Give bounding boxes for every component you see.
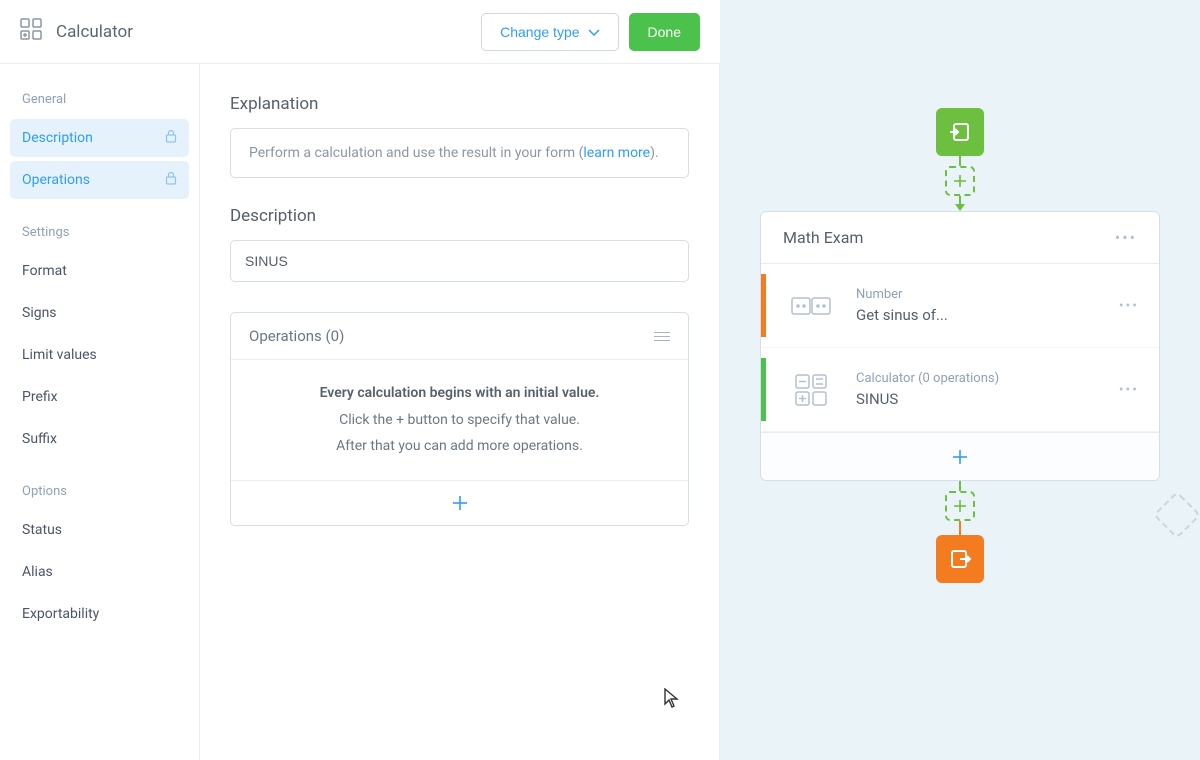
row-menu-icon[interactable]: ••• bbox=[1119, 298, 1159, 314]
sidebar-item-suffix[interactable]: Suffix bbox=[10, 420, 189, 458]
card-add-button[interactable] bbox=[761, 432, 1159, 480]
sidebar-item-operations[interactable]: Operations bbox=[10, 161, 189, 199]
flow-add-top[interactable] bbox=[945, 166, 975, 196]
row-title: Get sinus of... bbox=[856, 306, 1109, 324]
sidebar: General Description Operations Settings … bbox=[0, 64, 200, 760]
sidebar-group-options: Options bbox=[10, 480, 189, 511]
sidebar-item-exportability[interactable]: Exportability bbox=[10, 595, 189, 633]
sidebar-item-status[interactable]: Status bbox=[10, 511, 189, 549]
done-label: Done bbox=[648, 24, 681, 40]
sidebar-item-alias[interactable]: Alias bbox=[10, 553, 189, 591]
learn-more-link[interactable]: learn more bbox=[583, 145, 650, 161]
flow-card[interactable]: Math Exam ••• Number Get sinus of bbox=[760, 211, 1160, 481]
operations-empty-state: Every calculation begins with an initial… bbox=[231, 360, 688, 481]
row-subtitle: Number bbox=[856, 287, 1109, 302]
sidebar-item-label: Format bbox=[22, 263, 67, 279]
sidebar-item-signs[interactable]: Signs bbox=[10, 294, 189, 332]
explanation-box: Perform a calculation and use the result… bbox=[230, 128, 689, 178]
explanation-text-post: ). bbox=[650, 145, 659, 161]
ops-empty-line3: After that you can add more operations. bbox=[249, 433, 670, 460]
flow-connector bbox=[959, 196, 961, 204]
header: Calculator Change type Done bbox=[0, 0, 720, 64]
sidebar-item-label: Prefix bbox=[22, 389, 58, 405]
explanation-title: Explanation bbox=[230, 94, 689, 114]
operations-title: Operations (0) bbox=[249, 327, 344, 345]
flow-column: Math Exam ••• Number Get sinus of bbox=[720, 108, 1200, 583]
sidebar-item-label: Suffix bbox=[22, 431, 57, 447]
flow-connector bbox=[959, 481, 961, 491]
ops-empty-line2: Click the + button to specify that value… bbox=[249, 407, 670, 434]
flow-add-bottom[interactable] bbox=[945, 491, 975, 521]
cursor-icon bbox=[664, 688, 680, 712]
sidebar-item-label: Signs bbox=[22, 305, 57, 321]
row-subtitle: Calculator (0 operations) bbox=[856, 371, 1109, 386]
calculator-icon bbox=[20, 18, 42, 45]
chevron-down-icon bbox=[588, 24, 600, 40]
description-title: Description bbox=[230, 206, 689, 226]
sidebar-item-label: Exportability bbox=[22, 606, 99, 622]
header-title-wrap: Calculator bbox=[20, 18, 133, 45]
sidebar-item-label: Description bbox=[22, 130, 93, 146]
sidebar-item-label: Alias bbox=[22, 564, 53, 580]
explanation-text-pre: Perform a calculation and use the result… bbox=[249, 145, 583, 161]
sidebar-group-general: General bbox=[10, 88, 189, 119]
sidebar-group-settings: Settings bbox=[10, 221, 189, 252]
row-title: SINUS bbox=[856, 390, 1109, 408]
header-actions: Change type Done bbox=[481, 13, 700, 51]
description-input[interactable] bbox=[230, 240, 689, 282]
row-menu-icon[interactable]: ••• bbox=[1119, 382, 1159, 398]
add-operation-button[interactable] bbox=[231, 481, 688, 525]
start-node[interactable] bbox=[936, 108, 984, 156]
number-icon bbox=[766, 294, 856, 318]
sidebar-item-label: Operations bbox=[22, 172, 90, 188]
change-type-button[interactable]: Change type bbox=[481, 13, 618, 51]
calculator-grid-icon bbox=[766, 373, 856, 407]
end-node[interactable] bbox=[936, 535, 984, 583]
main-content: Explanation Perform a calculation and us… bbox=[200, 64, 720, 760]
card-row-number[interactable]: Number Get sinus of... ••• bbox=[761, 264, 1159, 348]
change-type-label: Change type bbox=[500, 24, 579, 40]
page-title: Calculator bbox=[56, 22, 133, 42]
card-row-calculator[interactable]: Calculator (0 operations) SINUS ••• bbox=[761, 348, 1159, 432]
sidebar-item-label: Status bbox=[22, 522, 62, 538]
sidebar-item-prefix[interactable]: Prefix bbox=[10, 378, 189, 416]
flow-connector bbox=[959, 521, 961, 535]
flow-canvas[interactable]: Math Exam ••• Number Get sinus of bbox=[720, 0, 1200, 760]
card-menu-icon[interactable]: ••• bbox=[1115, 228, 1137, 247]
row-text: Calculator (0 operations) SINUS bbox=[856, 371, 1119, 408]
sidebar-item-limit-values[interactable]: Limit values bbox=[10, 336, 189, 374]
ops-empty-line1: Every calculation begins with an initial… bbox=[249, 380, 670, 407]
card-title: Math Exam bbox=[783, 228, 863, 247]
flow-connector bbox=[959, 156, 961, 166]
row-text: Number Get sinus of... bbox=[856, 287, 1119, 324]
lock-icon bbox=[165, 171, 177, 189]
sidebar-item-description[interactable]: Description bbox=[10, 119, 189, 157]
operations-panel: Operations (0) Every calculation begins … bbox=[230, 312, 689, 526]
lock-icon bbox=[165, 129, 177, 147]
sidebar-item-label: Limit values bbox=[22, 347, 97, 363]
done-button[interactable]: Done bbox=[629, 13, 700, 51]
operations-header: Operations (0) bbox=[231, 313, 688, 360]
arrow-down-icon bbox=[955, 204, 965, 211]
card-header: Math Exam ••• bbox=[761, 212, 1159, 264]
hamburger-icon[interactable] bbox=[654, 332, 670, 341]
sidebar-item-format[interactable]: Format bbox=[10, 252, 189, 290]
